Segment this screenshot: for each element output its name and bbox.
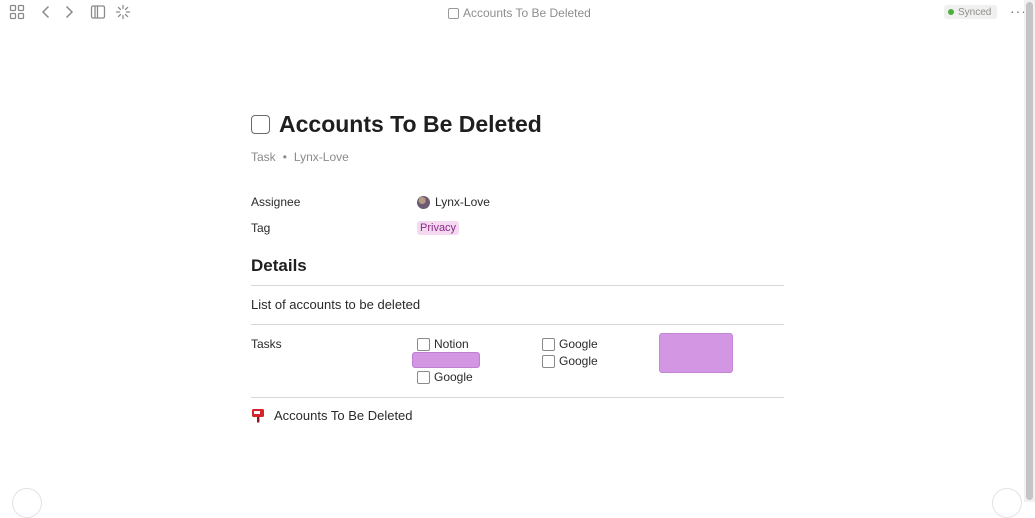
divider <box>251 324 784 325</box>
sync-dot-icon <box>948 9 954 15</box>
assignee-label: Assignee <box>251 195 301 209</box>
checkbox-icon[interactable] <box>417 370 430 384</box>
meta-separator: • <box>282 150 287 164</box>
tag-badge[interactable]: Privacy <box>417 221 460 235</box>
top-toolbar: Accounts To Be Deleted Synced ··· <box>0 0 1026 24</box>
task-label: Google <box>559 337 598 351</box>
scrollbar-thumb[interactable] <box>1026 2 1033 500</box>
avatar <box>417 195 430 209</box>
task-label: Google <box>559 354 598 368</box>
task-item[interactable]: Notion <box>417 337 469 351</box>
title-checkbox-icon <box>448 7 459 19</box>
page-meta: Task • Lynx-Love <box>251 150 349 164</box>
window-title-text: Accounts To Be Deleted <box>463 6 591 20</box>
tasks-label: Tasks <box>251 337 282 351</box>
backlink-label: Accounts To Be Deleted <box>274 408 413 423</box>
task-item[interactable]: Google <box>542 354 598 368</box>
mailbox-icon <box>252 409 264 423</box>
task-item[interactable]: Google <box>417 370 473 384</box>
checkbox-icon[interactable] <box>542 354 555 368</box>
sparkle-icon[interactable] <box>115 4 131 20</box>
description-text[interactable]: List of accounts to be deleted <box>251 297 420 312</box>
highlight-block[interactable] <box>412 352 480 368</box>
assignee-name: Lynx-Love <box>435 195 490 209</box>
tag-label: Tag <box>251 221 271 235</box>
help-button[interactable] <box>992 488 1022 518</box>
details-heading: Details <box>251 256 307 275</box>
meta-author[interactable]: Lynx-Love <box>294 150 349 164</box>
scrollbar[interactable] <box>1024 0 1035 502</box>
chevron-right-icon[interactable] <box>61 4 77 20</box>
divider <box>251 397 784 398</box>
add-button[interactable] <box>12 488 42 518</box>
chevron-left-icon[interactable] <box>38 4 54 20</box>
task-label: Notion <box>434 337 469 351</box>
title-row: Accounts To Be Deleted <box>251 110 542 138</box>
backlink[interactable]: Accounts To Be Deleted <box>251 408 413 423</box>
checkbox-icon[interactable] <box>417 337 430 351</box>
sidebar-icon[interactable] <box>90 4 106 20</box>
highlight-block[interactable] <box>659 333 733 373</box>
task-item[interactable]: Google <box>542 337 598 351</box>
page-title[interactable]: Accounts To Be Deleted <box>279 111 542 138</box>
sync-status-text: Synced <box>958 6 992 18</box>
checkbox-icon[interactable] <box>542 337 555 351</box>
task-label: Google <box>434 370 473 384</box>
meta-type[interactable]: Task <box>251 150 276 164</box>
grid-icon[interactable] <box>9 4 25 20</box>
tag-value[interactable]: Privacy <box>417 221 460 235</box>
assignee-value[interactable]: Lynx-Love <box>417 195 490 209</box>
sync-status-badge[interactable]: Synced <box>944 5 998 19</box>
window-title: Accounts To Be Deleted <box>448 5 591 21</box>
divider <box>251 285 784 286</box>
task-checkbox[interactable] <box>251 114 270 134</box>
